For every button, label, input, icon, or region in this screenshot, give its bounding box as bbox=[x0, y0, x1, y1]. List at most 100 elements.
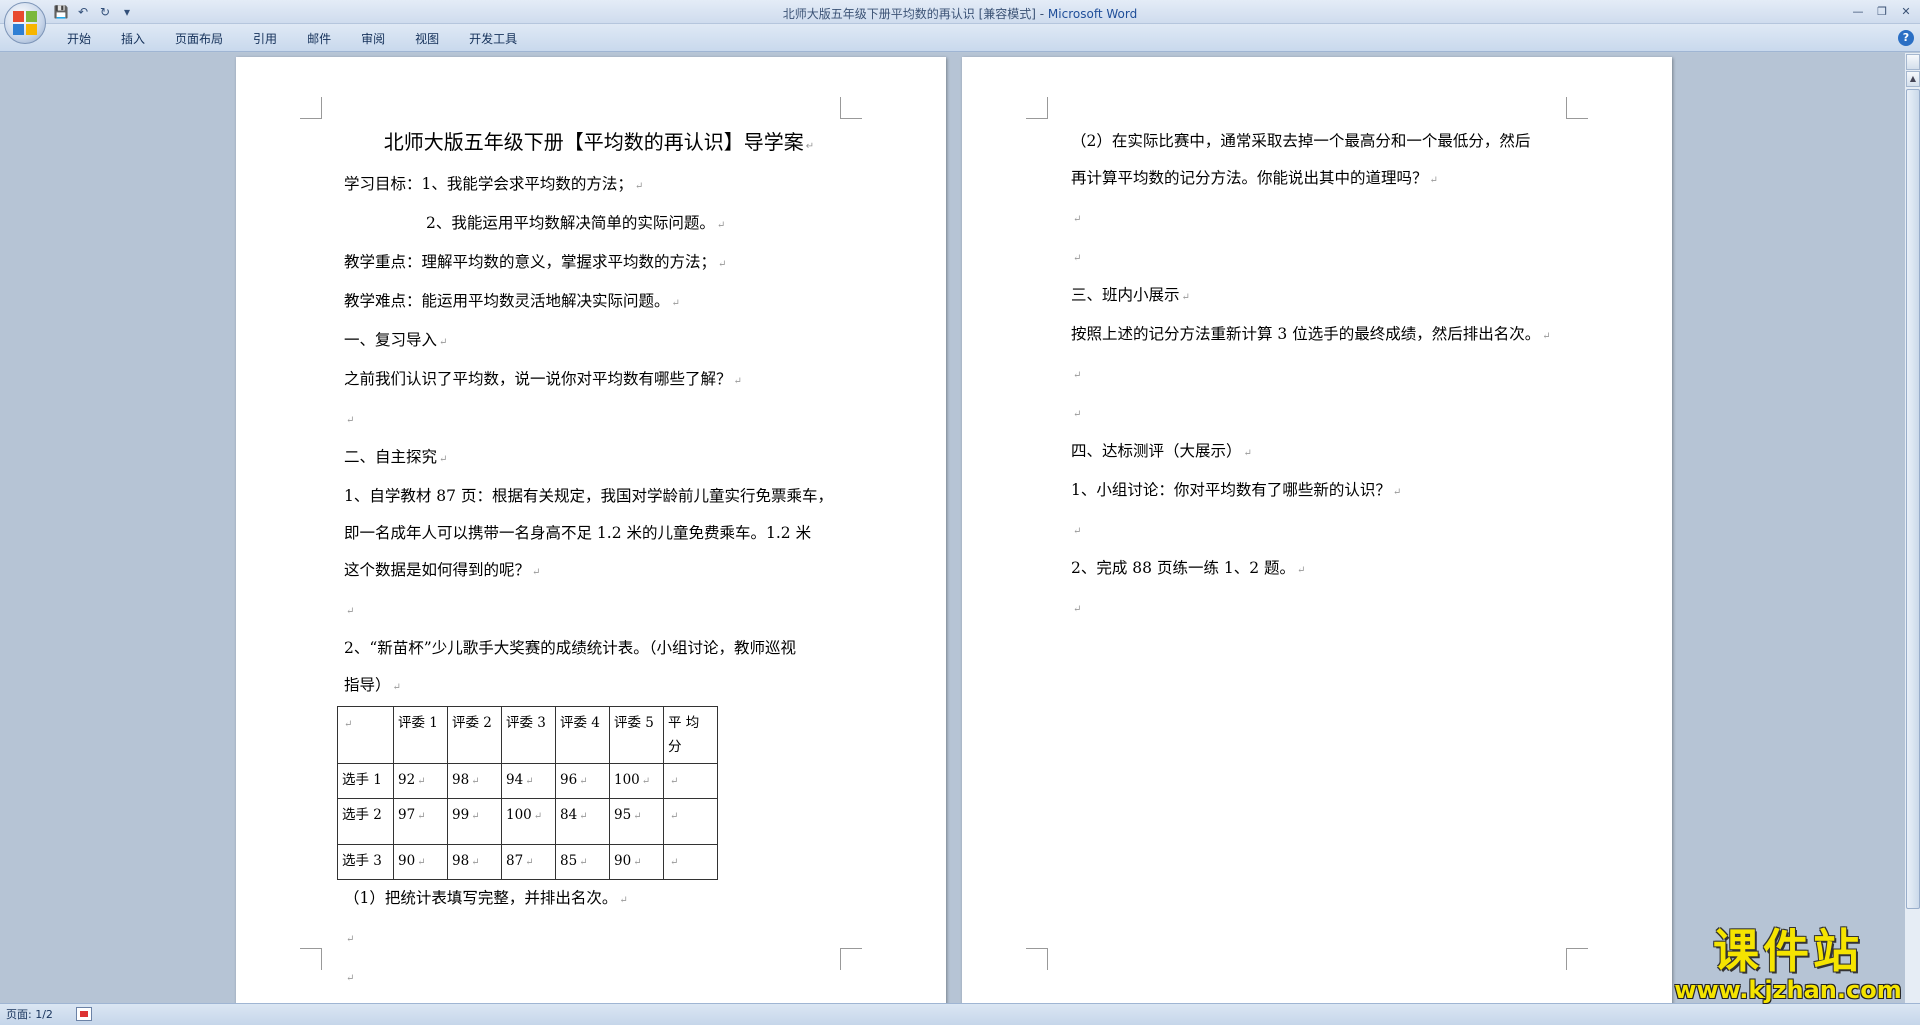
empty-paragraph: ↵ bbox=[1073, 214, 1082, 225]
section-heading: 二、自主探究 ↵ bbox=[344, 448, 448, 466]
table-cell[interactable]: 评委 1 bbox=[393, 706, 448, 764]
tab-home[interactable]: 开始 bbox=[52, 30, 106, 48]
tab-insert[interactable]: 插入 bbox=[106, 30, 160, 48]
empty-paragraph: ↵ bbox=[346, 415, 355, 426]
empty-paragraph: ↵ bbox=[1073, 409, 1082, 420]
paragraph: 教学重点：理解平均数的意义，掌握求平均数的方法； ↵ bbox=[344, 253, 727, 271]
paragraph: 这个数据是如何得到的呢？ ↵ bbox=[344, 561, 541, 579]
table-cell[interactable]: 98 ↵ bbox=[447, 844, 502, 880]
document-page-2[interactable]: （2）在实际比赛中，通常采取去掉一个最高分和一个最低分，然后 再计算平均数的记分… bbox=[962, 57, 1672, 1003]
table-cell[interactable]: 94 ↵ bbox=[501, 763, 556, 799]
table-cell[interactable]: 评委 4 bbox=[555, 706, 610, 764]
table-cell[interactable]: 评委 2 bbox=[447, 706, 502, 764]
table-cell[interactable]: ↵ bbox=[663, 798, 718, 845]
table-cell[interactable]: 100 ↵ bbox=[609, 763, 664, 799]
table-cell[interactable]: 选手 1 bbox=[337, 763, 394, 799]
tab-review[interactable]: 审阅 bbox=[346, 30, 400, 48]
paragraph: （2）在实际比赛中，通常采取去掉一个最高分和一个最低分，然后 bbox=[1071, 132, 1531, 150]
tab-references[interactable]: 引用 bbox=[238, 30, 292, 48]
tab-page-layout[interactable]: 页面布局 bbox=[160, 30, 238, 48]
office-button[interactable] bbox=[4, 2, 46, 44]
table-cell[interactable]: 评委 3 bbox=[501, 706, 556, 764]
document-area[interactable]: 北师大版五年级下册【平均数的再认识】导学案 ↵ 学习目标：1、我能学会求平均数的方… bbox=[0, 53, 1904, 1003]
crop-mark bbox=[300, 948, 322, 970]
title-bar: 💾 ↶ ↻ ▾ 北师大版五年级下册平均数的再认识 [兼容模式] - Micros… bbox=[0, 0, 1920, 24]
ribbon: 开始 插入 页面布局 引用 邮件 审阅 视图 开发工具 ? bbox=[0, 24, 1920, 52]
crop-mark bbox=[1566, 948, 1588, 970]
paragraph: （1）把统计表填写完整，并排出名次。 ↵ bbox=[344, 889, 628, 907]
restore-icon[interactable]: ❐ bbox=[1872, 2, 1892, 20]
paragraph: 1、小组讨论：你对平均数有了哪些新的认识？ ↵ bbox=[1071, 481, 1402, 499]
proofing-icon[interactable] bbox=[76, 1007, 92, 1021]
empty-paragraph: ↵ bbox=[1073, 604, 1082, 615]
document-page-1[interactable]: 北师大版五年级下册【平均数的再认识】导学案 ↵ 学习目标：1、我能学会求平均数的方… bbox=[236, 57, 946, 1003]
table-cell[interactable]: 84 ↵ bbox=[555, 798, 610, 845]
table-cell[interactable]: 85 ↵ bbox=[555, 844, 610, 880]
table-cell[interactable]: ↵ bbox=[337, 706, 394, 764]
table-cell[interactable]: 100 ↵ bbox=[501, 798, 556, 845]
table-cell[interactable]: 平 均 分 bbox=[663, 706, 718, 764]
ribbon-tabs: 开始 插入 页面布局 引用 邮件 审阅 视图 开发工具 bbox=[52, 30, 532, 48]
paragraph: 2、完成 88 页练一练 1、2 题。 ↵ bbox=[1071, 559, 1306, 577]
empty-paragraph: ↵ bbox=[346, 973, 355, 984]
table-header-row: ↵ 评委 1 评委 2 评委 3 评委 4 评委 5 平 均 分 bbox=[337, 706, 718, 764]
crop-mark bbox=[1026, 948, 1048, 970]
app-name: Microsoft Word bbox=[1047, 7, 1138, 21]
page-counter[interactable]: 页面: 1/2 bbox=[6, 1005, 53, 1025]
table-row: 选手 3 90 ↵ 98 ↵ 87 ↵ 85 ↵ 90 ↵ ↵ bbox=[337, 844, 718, 880]
vertical-scrollbar[interactable]: ▲ bbox=[1904, 53, 1920, 1003]
tab-developer[interactable]: 开发工具 bbox=[454, 30, 532, 48]
table-cell[interactable]: 97 ↵ bbox=[393, 798, 448, 845]
empty-paragraph: ↵ bbox=[1073, 253, 1082, 264]
table-cell[interactable]: ↵ bbox=[663, 844, 718, 880]
section-heading: 一、复习导入 ↵ bbox=[344, 331, 448, 349]
empty-paragraph: ↵ bbox=[1073, 526, 1082, 537]
watermark-logo: 课件站 www.kjzhan.com bbox=[1668, 925, 1908, 1005]
crop-mark bbox=[1026, 97, 1048, 119]
paragraph: 1、自学教材 87 页：根据有关规定，我国对学龄前儿童实行免票乘车， bbox=[344, 487, 833, 505]
empty-paragraph: ↵ bbox=[346, 934, 355, 945]
scroll-up-icon[interactable]: ▲ bbox=[1906, 71, 1920, 87]
paragraph: 教学难点：能运用平均数灵活地解决实际问题。 ↵ bbox=[344, 292, 680, 310]
table-cell[interactable]: 87 ↵ bbox=[501, 844, 556, 880]
table-row: 选手 1 92 ↵ 98 ↵ 94 ↵ 96 ↵ 100 ↵ ↵ bbox=[337, 763, 718, 799]
crop-mark bbox=[840, 97, 862, 119]
tab-view[interactable]: 视图 bbox=[400, 30, 454, 48]
score-table: ↵ 评委 1 评委 2 评委 3 评委 4 评委 5 平 均 分 选手 1 92… bbox=[337, 706, 718, 880]
status-bar: 页面: 1/2 bbox=[0, 1003, 1920, 1025]
window-controls: — ❐ ✕ bbox=[1848, 2, 1916, 20]
table-cell[interactable]: ↵ bbox=[663, 763, 718, 799]
document-title: 北师大版五年级下册平均数的再认识 [兼容模式] - bbox=[782, 7, 1048, 21]
table-cell[interactable]: 99 ↵ bbox=[447, 798, 502, 845]
paragraph: 之前我们认识了平均数，说一说你对平均数有哪些了解？ ↵ bbox=[344, 370, 742, 388]
section-heading: 四、达标测评（大展示） ↵ bbox=[1071, 442, 1252, 460]
minimize-icon[interactable]: — bbox=[1848, 2, 1868, 20]
table-cell[interactable]: 96 ↵ bbox=[555, 763, 610, 799]
tab-mailings[interactable]: 邮件 bbox=[292, 30, 346, 48]
paragraph: 按照上述的记分方法重新计算 3 位选手的最终成绩，然后排出名次。 ↵ bbox=[1071, 325, 1551, 343]
paragraph: 2、我能运用平均数解决简单的实际问题。 ↵ bbox=[426, 214, 726, 232]
ruler-toggle-icon[interactable] bbox=[1906, 54, 1920, 70]
paragraph: 学习目标：1、我能学会求平均数的方法； ↵ bbox=[344, 175, 644, 193]
scroll-thumb[interactable] bbox=[1906, 89, 1920, 909]
table-cell[interactable]: 选手 3 bbox=[337, 844, 394, 880]
table-cell[interactable]: 90 ↵ bbox=[609, 844, 664, 880]
empty-paragraph: ↵ bbox=[346, 606, 355, 617]
crop-mark bbox=[300, 97, 322, 119]
help-icon[interactable]: ? bbox=[1898, 30, 1914, 46]
close-icon[interactable]: ✕ bbox=[1896, 2, 1916, 20]
paragraph: 即一名成年人可以携带一名身高不足 1.2 米的儿童免费乘车。1.2 米 bbox=[344, 524, 812, 542]
table-cell[interactable]: 90 ↵ bbox=[393, 844, 448, 880]
watermark-url: www.kjzhan.com bbox=[1674, 976, 1902, 1004]
watermark-text: 课件站 bbox=[1713, 924, 1863, 978]
table-row: 选手 2 97 ↵ 99 ↵ 100 ↵ 84 ↵ 95 ↵ ↵ bbox=[337, 798, 718, 845]
page-1-content: 北师大版五年级下册【平均数的再认识】导学案 ↵ 学习目标：1、我能学会求平均数的方… bbox=[337, 123, 844, 997]
table-cell[interactable]: 选手 2 bbox=[337, 798, 394, 845]
paragraph: 再计算平均数的记分方法。你能说出其中的道理吗？ ↵ bbox=[1071, 169, 1438, 187]
table-cell[interactable]: 评委 5 bbox=[609, 706, 664, 764]
table-cell[interactable]: 95 ↵ bbox=[609, 798, 664, 845]
empty-paragraph: ↵ bbox=[1073, 370, 1082, 381]
window-title: 北师大版五年级下册平均数的再认识 [兼容模式] - Microsoft Word bbox=[0, 5, 1920, 22]
table-cell[interactable]: 98 ↵ bbox=[447, 763, 502, 799]
table-cell[interactable]: 92 ↵ bbox=[393, 763, 448, 799]
